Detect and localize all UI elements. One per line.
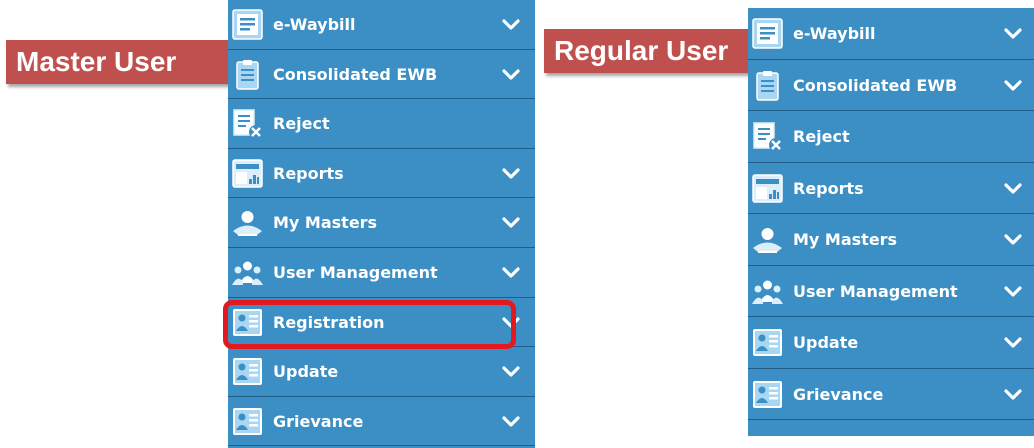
menu-item-label: My Masters — [793, 230, 898, 249]
master-menu-item-user-management[interactable]: User Management — [228, 248, 535, 298]
menu-item-label: My Masters — [273, 213, 378, 233]
chevron-down-icon[interactable] — [1004, 79, 1022, 92]
chevron-down-icon[interactable] — [502, 416, 520, 428]
menu-item-label: Grievance — [273, 411, 364, 431]
chevron-down-icon[interactable] — [502, 217, 520, 229]
regular-menu-item-e-waybill[interactable]: e-Waybill — [748, 8, 1034, 60]
user-group-icon — [231, 256, 264, 289]
menu-item-label: Reports — [793, 178, 864, 198]
menu-item-label: Update — [793, 333, 859, 352]
document-reject-icon — [751, 120, 784, 153]
menu-item-label: Reject — [793, 127, 850, 146]
chevron-down-icon[interactable] — [1004, 337, 1022, 349]
regular-menu-item-user-management[interactable]: User Management — [748, 266, 1034, 317]
registration-highlight — [223, 300, 516, 349]
id-card-icon — [751, 378, 784, 411]
regular-menu-item-update[interactable]: Update — [748, 317, 1034, 369]
master-menu-item-consolidated-ewb[interactable]: Consolidated EWB — [228, 50, 535, 100]
clipboard-icon — [751, 69, 784, 102]
regular-menu-item-consolidated-ewb[interactable]: Consolidated EWB — [748, 60, 1034, 111]
clipboard-icon — [231, 58, 264, 91]
master-user-label: Master User — [6, 40, 246, 84]
report-chart-icon — [231, 157, 264, 190]
menu-item-label: Consolidated EWB — [793, 75, 958, 95]
chevron-down-icon[interactable] — [1004, 182, 1022, 195]
masters-user-icon — [231, 206, 264, 239]
menu-item-label: e-Waybill — [273, 15, 356, 34]
menu-item-label: User Management — [273, 263, 438, 282]
menu-item-label: Grievance — [793, 384, 884, 404]
chevron-down-icon[interactable] — [502, 366, 520, 378]
document-reject-icon — [231, 107, 264, 140]
regular-user-menu: e-Waybill Consolidated EWB Reject Reports My… — [748, 8, 1034, 436]
id-card-icon — [231, 405, 264, 438]
report-chart-icon — [751, 172, 784, 205]
master-menu-item-e-waybill[interactable]: e-Waybill — [228, 0, 535, 50]
chevron-down-icon[interactable] — [502, 267, 520, 279]
regular-menu-item-my-masters[interactable]: My Masters — [748, 214, 1034, 266]
masters-user-icon — [751, 223, 784, 256]
master-user-menu: e-Waybill Consolidated EWB Reject Reports My… — [228, 0, 535, 448]
chevron-down-icon[interactable] — [1004, 388, 1022, 401]
menu-item-label: Update — [273, 362, 339, 382]
document-list-icon — [751, 17, 784, 50]
regular-menu-item-grievance[interactable]: Grievance — [748, 369, 1034, 420]
master-menu-item-reports[interactable]: Reports — [228, 149, 535, 199]
master-menu-item-grievance[interactable]: Grievance — [228, 397, 535, 447]
menu-item-label: Reject — [273, 114, 330, 134]
regular-menu-item-reject[interactable]: Reject — [748, 111, 1034, 163]
id-card-icon — [231, 355, 264, 388]
chevron-down-icon[interactable] — [502, 168, 520, 180]
chevron-down-icon[interactable] — [1004, 234, 1022, 246]
document-list-icon — [231, 8, 264, 41]
user-group-icon — [751, 275, 784, 308]
id-card-icon — [751, 326, 784, 359]
master-menu-item-my-masters[interactable]: My Masters — [228, 198, 535, 248]
master-menu-item-reject[interactable]: Reject — [228, 99, 535, 149]
menu-item-label: User Management — [793, 281, 958, 301]
chevron-down-icon[interactable] — [502, 19, 520, 31]
chevron-down-icon[interactable] — [1004, 285, 1022, 298]
regular-menu-item-reports[interactable]: Reports — [748, 163, 1034, 214]
chevron-down-icon[interactable] — [502, 68, 520, 81]
chevron-down-icon[interactable] — [1004, 28, 1022, 40]
menu-item-label: e-Waybill — [793, 24, 876, 43]
master-menu-item-update[interactable]: Update — [228, 347, 535, 397]
menu-item-label: Reports — [273, 163, 344, 183]
menu-item-label: Consolidated EWB — [273, 64, 438, 84]
